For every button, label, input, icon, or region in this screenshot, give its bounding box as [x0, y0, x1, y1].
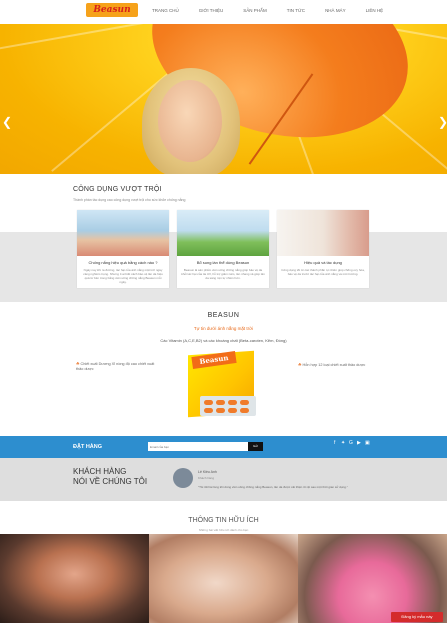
article-image[interactable] — [149, 534, 298, 623]
feature-left: ☘ Chiết xuất Dương Xỉ nồng độ cao chiết … — [76, 362, 156, 372]
testimonial-name: Lê Kiều Anh — [198, 470, 217, 474]
card-title: Chống nắng hiệu quả bằng cách nào ? — [88, 260, 158, 265]
pill — [204, 408, 213, 413]
article-image[interactable] — [0, 534, 149, 623]
testimonials-title-1: KHÁCH HÀNG — [73, 467, 127, 476]
instagram-icon[interactable]: ▣ — [365, 440, 370, 446]
feature-left-text: Chiết xuất Dương Xỉ nồng độ cao chiết xu… — [76, 362, 155, 371]
testimonial-role: Khách hàng — [198, 476, 215, 480]
pill — [228, 408, 237, 413]
product-title: BEASUN — [207, 312, 240, 319]
card-image — [77, 210, 169, 256]
testimonials-section: KHÁCH HÀNG NÓI VỀ CHÚNG TÔI Lê Kiều Anh … — [0, 458, 447, 501]
nav-item-products[interactable]: SẢN PHẨM — [243, 7, 267, 15]
facebook-icon[interactable]: f — [334, 440, 335, 446]
card-image — [277, 210, 369, 256]
pill-blister — [200, 396, 256, 416]
nav-item-news[interactable]: TIN TỨC — [287, 7, 305, 15]
nav-item-factory[interactable]: NHÀ MÁY — [325, 7, 346, 15]
benefit-card[interactable]: Hiệu quả và tác dụng Công dụng tốt từ cá… — [277, 210, 369, 288]
leaf-icon: ☘ — [298, 363, 302, 367]
pill — [240, 408, 249, 413]
pill — [240, 400, 249, 405]
section-subtitle: Thành phần tác dụng cao công dụng vượt t… — [73, 198, 186, 202]
order-bar: ĐẶT HÀNG Gửi f ✦ G ▶ ▣ — [0, 436, 447, 458]
submit-button[interactable]: Gửi — [248, 442, 263, 451]
nav-item-contact[interactable]: LIÊN HỆ — [366, 7, 384, 15]
info-title: THÔNG TIN HỮU ÍCH — [188, 517, 259, 524]
card-body: Công dụng tốt từ các thành phần tự nhiên… — [281, 268, 365, 276]
benefit-card[interactable]: Bổ sung làn thể dùng Beasun Beasun là sả… — [177, 210, 269, 288]
email-input[interactable] — [148, 442, 248, 451]
model-face — [158, 80, 222, 162]
section-title: CÔNG DỤNG VƯỢT TRỘI — [73, 186, 162, 193]
leaf-icon: ☘ — [76, 362, 80, 366]
testimonial-quote: "Tôi rất hài lòng khi dùng viên uống chố… — [198, 485, 348, 489]
nav-item-home[interactable]: TRANG CHỦ — [152, 7, 179, 15]
main-nav: TRANG CHỦ GIỚI THIỆU SẢN PHẨM TIN TỨC NH… — [152, 7, 403, 15]
google-plus-icon[interactable]: G — [349, 440, 353, 446]
benefit-card[interactable]: Chống nắng hiệu quả bằng cách nào ? Ngày… — [77, 210, 169, 288]
card-title: Bổ sung làn thể dùng Beasun — [196, 260, 250, 265]
card-body: Beasun là sản phẩm viên uống chống nắng … — [181, 268, 265, 280]
product-subtitle: Tự tin dưới ánh nắng mặt trời — [193, 326, 254, 331]
card-image — [177, 210, 269, 256]
site-header: Beasun TRANG CHỦ GIỚI THIỆU SẢN PHẨM TIN… — [0, 0, 447, 24]
logo[interactable]: Beasun — [86, 3, 138, 17]
feature-right-text: Hỗn hợp 12 loại chiết xuất thảo dược — [302, 363, 366, 367]
avatar — [173, 468, 193, 488]
chevron-left-icon[interactable]: ❮ — [2, 116, 12, 128]
register-template-button[interactable]: Đăng ký mẫu này — [391, 612, 443, 622]
info-subtitle: Những bài viết hữu ích dành cho bạn — [198, 528, 249, 532]
pill — [216, 400, 225, 405]
article-image[interactable] — [298, 534, 447, 623]
pill — [216, 408, 225, 413]
card-body: Ngày nay khi ra đường, tác hại của ánh n… — [83, 268, 163, 284]
hero-banner: ❮ ❯ — [0, 24, 447, 174]
product-description: Các Vitamin (A,C,E,B2) và các khoáng chấ… — [160, 338, 287, 343]
pill — [204, 400, 213, 405]
order-label: ĐẶT HÀNG — [73, 444, 103, 450]
feature-right: ☘ Hỗn hợp 12 loại chiết xuất thảo dược — [298, 362, 388, 367]
twitter-icon[interactable]: ✦ — [341, 440, 345, 446]
chevron-right-icon[interactable]: ❯ — [438, 116, 447, 128]
testimonials-title-2: NÓI VỀ CHÚNG TÔI — [73, 477, 148, 486]
nav-item-about[interactable]: GIỚI THIỆU — [199, 7, 224, 15]
card-title: Hiệu quả và tác dụng — [304, 260, 342, 265]
youtube-icon[interactable]: ▶ — [357, 440, 361, 446]
pill — [228, 400, 237, 405]
